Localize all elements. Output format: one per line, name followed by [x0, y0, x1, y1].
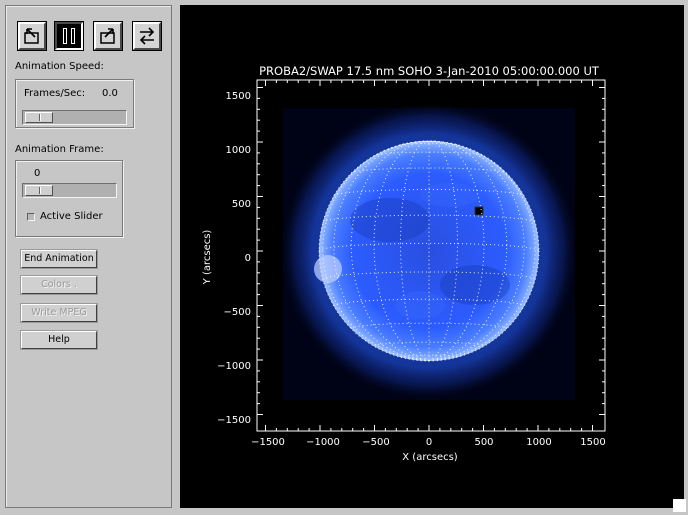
write-mpeg-label: Write MPEG — [31, 307, 87, 318]
x-tick-label: −1000 — [306, 437, 340, 448]
step-forward-icon — [100, 28, 115, 44]
y-tick-label: 1500 — [226, 91, 251, 102]
cycle-direction-button[interactable] — [132, 21, 162, 51]
step-back-icon — [24, 28, 39, 44]
pause-button[interactable] — [54, 21, 84, 51]
x-tick-label: −1500 — [251, 437, 285, 448]
colors-button[interactable]: Colors . — [20, 275, 98, 295]
animation-speed-title: Animation Speed: — [15, 61, 104, 72]
frame-slider-thumb[interactable] — [25, 185, 53, 196]
plot-title: PROBA2/SWAP 17.5 nm SOHO 3-Jan-2010 05:0… — [259, 64, 600, 78]
x-axis-label: X (arcsecs) — [402, 452, 458, 463]
x-tick-label: −500 — [362, 437, 389, 448]
y-tick-label: −1500 — [217, 415, 251, 426]
speed-slider[interactable] — [22, 110, 127, 125]
active-slider-checkbox[interactable] — [27, 213, 35, 221]
speed-slider-thumb[interactable] — [25, 112, 53, 123]
cycle-direction-icon — [139, 27, 155, 45]
step-back-button[interactable] — [17, 21, 47, 51]
frame-value: 0 — [34, 168, 41, 179]
y-tick-label: −500 — [224, 307, 251, 318]
help-label: Help — [48, 334, 70, 345]
solar-image-plot: −1500 −1000 −500 0 500 1000 1500 1500 10… — [202, 64, 606, 463]
x-tick-label: 1000 — [526, 437, 551, 448]
x-tick-label: 500 — [474, 437, 493, 448]
y-tick-label: −1000 — [217, 361, 251, 372]
y-axis-label: Y (arcsecs) — [202, 230, 213, 286]
step-forward-button[interactable] — [93, 21, 123, 51]
end-animation-button[interactable]: End Animation — [20, 249, 98, 269]
resize-grip[interactable] — [673, 499, 686, 512]
y-tick-label: 500 — [232, 199, 251, 210]
write-mpeg-button[interactable]: Write MPEG — [20, 303, 98, 323]
plot-window[interactable]: −1500 −1000 −500 0 500 1000 1500 1500 10… — [180, 5, 684, 508]
animation-frame-title: Animation Frame: — [15, 144, 104, 155]
animation-control-panel: Animation Speed: Frames/Sec: 0.0 Animati… — [5, 5, 172, 508]
speed-group: Frames/Sec: 0.0 — [15, 79, 134, 128]
pause-icon — [63, 28, 75, 44]
frame-group: 0 Active Slider — [15, 160, 123, 237]
active-slider-label: Active Slider — [40, 211, 103, 222]
active-region — [314, 255, 342, 283]
x-tick-label: 1500 — [580, 437, 605, 448]
frames-per-sec-label: Frames/Sec: — [24, 88, 86, 99]
frames-per-sec-value: 0.0 — [102, 88, 118, 99]
end-animation-label: End Animation — [24, 253, 94, 264]
y-tick-label: 1000 — [226, 145, 251, 156]
frame-slider[interactable] — [22, 183, 117, 198]
x-tick-label: 0 — [426, 437, 432, 448]
y-tick-label: 0 — [245, 253, 251, 264]
help-button[interactable]: Help — [20, 330, 98, 350]
colors-label: Colors . — [41, 279, 77, 290]
